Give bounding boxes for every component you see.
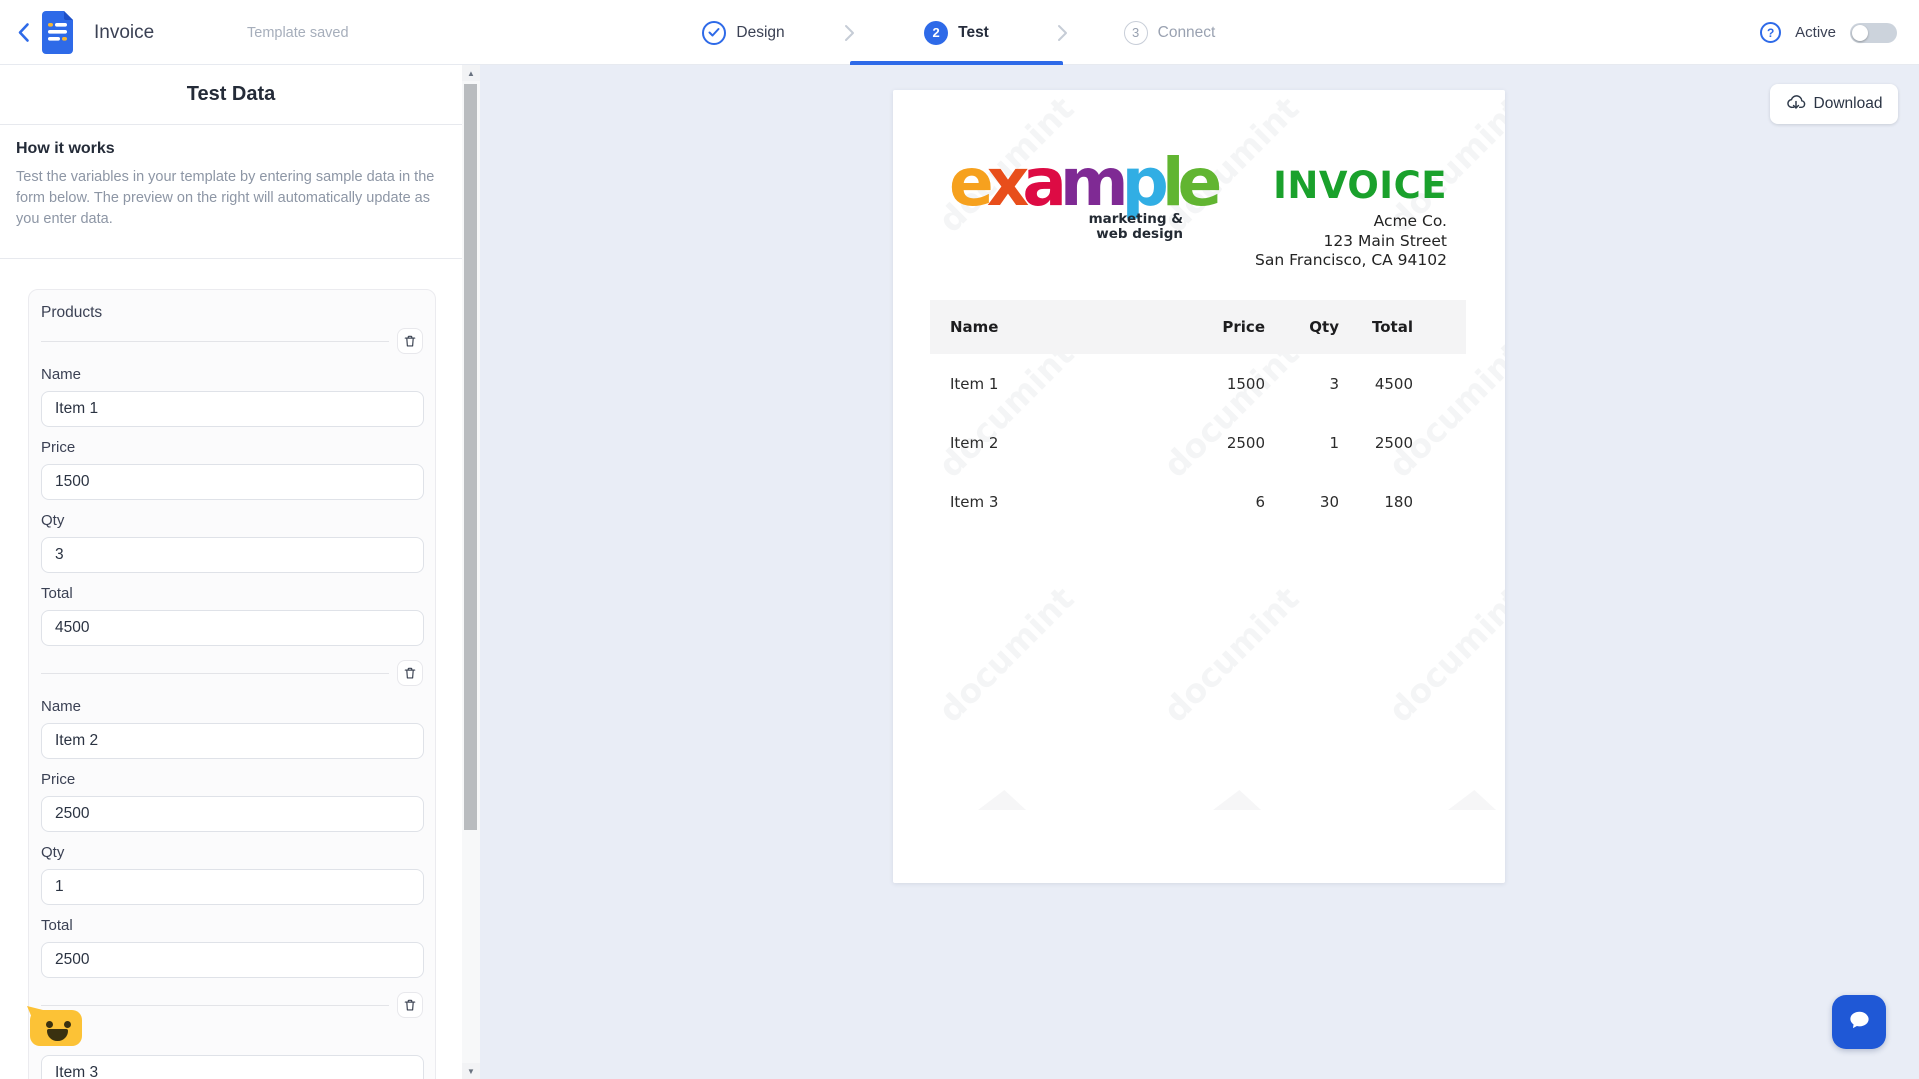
scroll-down-arrow-icon[interactable]: ▼	[462, 1063, 480, 1079]
company-name: Acme Co.	[1373, 212, 1447, 230]
trash-icon	[404, 667, 416, 679]
page-title: Invoice	[94, 22, 155, 43]
toggle-knob	[1852, 24, 1868, 41]
item-divider-row	[41, 992, 423, 1018]
preview-area: Download documint documint documint documin…	[480, 65, 1919, 1079]
back-button[interactable]	[12, 22, 34, 44]
header-right-group: ? Active	[1760, 0, 1897, 65]
item3-name-input[interactable]	[41, 1055, 424, 1079]
trash-icon	[404, 335, 416, 347]
invoice-preview-page: documint documint documint documint documint…	[893, 90, 1505, 883]
step-connect[interactable]: 3 Connect	[1063, 0, 1276, 65]
sidebar-title-bar: Test Data	[0, 65, 462, 125]
products-form-card: Products Name Price Qty Total Name	[28, 289, 436, 1079]
smiley-face-icon	[47, 1029, 68, 1041]
smiley-face-icon	[64, 1021, 71, 1028]
field-label: Qty	[41, 844, 65, 861]
item2-price-input[interactable]	[41, 796, 424, 832]
how-it-works-section: How it works Test the variables in your …	[0, 125, 462, 259]
help-icon[interactable]: ?	[1760, 22, 1782, 43]
item1-name-input[interactable]	[41, 391, 424, 427]
field-label: Name	[41, 1030, 423, 1048]
divider	[41, 672, 389, 674]
delete-item-2-button[interactable]	[397, 660, 423, 686]
column-header: Total	[1372, 318, 1413, 336]
company-street: 123 Main Street	[1323, 231, 1447, 250]
table-row: Item 1 1500 3 4500	[950, 374, 1413, 393]
step-test[interactable]: 2 Test	[850, 0, 1063, 65]
scrollbar-thumb[interactable]	[464, 84, 477, 830]
table-header-row: Name Price Qty Total	[930, 300, 1466, 354]
step-done-check-icon	[702, 20, 727, 45]
back-chevron-icon	[17, 23, 30, 46]
item1-price-input[interactable]	[41, 464, 424, 500]
company-city: San Francisco, CA 94102	[1255, 251, 1447, 269]
sidebar-scrollbar: ▲ ▼	[462, 65, 480, 1079]
logo-wordmark: example	[949, 144, 1222, 221]
field-label: Qty	[41, 512, 65, 529]
field-label: Name	[41, 366, 82, 383]
how-it-works-body: Test the variables in your template by e…	[16, 169, 435, 227]
test-data-sidebar: Test Data How it works Test the variable…	[0, 65, 462, 1079]
invoice-title: INVOICE	[1273, 164, 1447, 207]
stepper: Design 2 Test 3 Connect	[637, 0, 1276, 65]
field-label: Price	[41, 439, 76, 456]
trash-icon	[404, 999, 416, 1011]
column-header: Name	[950, 318, 999, 336]
example-logo: example marketing & web design	[949, 144, 1222, 242]
chat-launcher-button[interactable]	[1832, 995, 1886, 1049]
app-header: Invoice Template saved Design 2 Test 3 C	[0, 0, 1919, 65]
group-label: Products	[41, 304, 103, 321]
column-header: Price	[1222, 318, 1265, 336]
table-row: Item 3 6 30 180	[950, 492, 1413, 511]
item1-qty-input[interactable]	[41, 537, 424, 573]
delete-item-3-button[interactable]	[397, 992, 423, 1018]
step-design[interactable]: Design	[637, 0, 850, 65]
active-toggle[interactable]	[1850, 22, 1897, 43]
step-test-label: Test	[958, 23, 989, 41]
divider	[41, 340, 389, 342]
app: Invoice Template saved Design 2 Test 3 C	[0, 0, 1919, 1079]
column-header: Qty	[1309, 318, 1339, 336]
company-address: Acme Co. 123 Main Street San Francisco, …	[1255, 212, 1447, 271]
how-it-works-title: How it works	[16, 140, 115, 157]
cloud-download-icon	[1786, 93, 1806, 116]
sidebar-title: Test Data	[186, 83, 276, 105]
save-status-text: Template saved	[247, 25, 349, 41]
chat-bubble-icon	[1846, 1007, 1873, 1037]
item-divider-row	[41, 328, 423, 354]
active-toggle-label: Active	[1795, 24, 1836, 41]
divider	[41, 1004, 389, 1006]
field-label: Name	[41, 698, 82, 715]
step-connect-number: 3	[1123, 20, 1148, 45]
step-design-label: Design	[736, 23, 785, 41]
item2-total-input[interactable]	[41, 942, 424, 978]
download-label: Download	[1813, 95, 1883, 112]
step-test-number: 2	[924, 20, 949, 45]
invoice-items-table: Name Price Qty Total Item 1 1500 3 4500 …	[930, 300, 1466, 531]
step-connect-label: Connect	[1157, 23, 1216, 41]
table-row: Item 2 2500 1 2500	[950, 433, 1413, 452]
smiley-face-icon	[46, 1021, 53, 1028]
item-divider-row	[41, 660, 423, 686]
feedback-smiley-button[interactable]	[27, 1006, 82, 1046]
field-label: Price	[41, 771, 76, 788]
active-step-underline	[850, 61, 1063, 65]
delete-item-1-button[interactable]	[397, 328, 423, 354]
item1-total-input[interactable]	[41, 610, 424, 646]
item2-name-input[interactable]	[41, 723, 424, 759]
item2-qty-input[interactable]	[41, 869, 424, 905]
field-label: Total	[41, 917, 73, 934]
download-button[interactable]: Download	[1770, 84, 1898, 124]
scroll-up-arrow-icon[interactable]: ▲	[462, 65, 480, 81]
field-label: Total	[41, 585, 73, 602]
document-icon	[42, 11, 73, 59]
